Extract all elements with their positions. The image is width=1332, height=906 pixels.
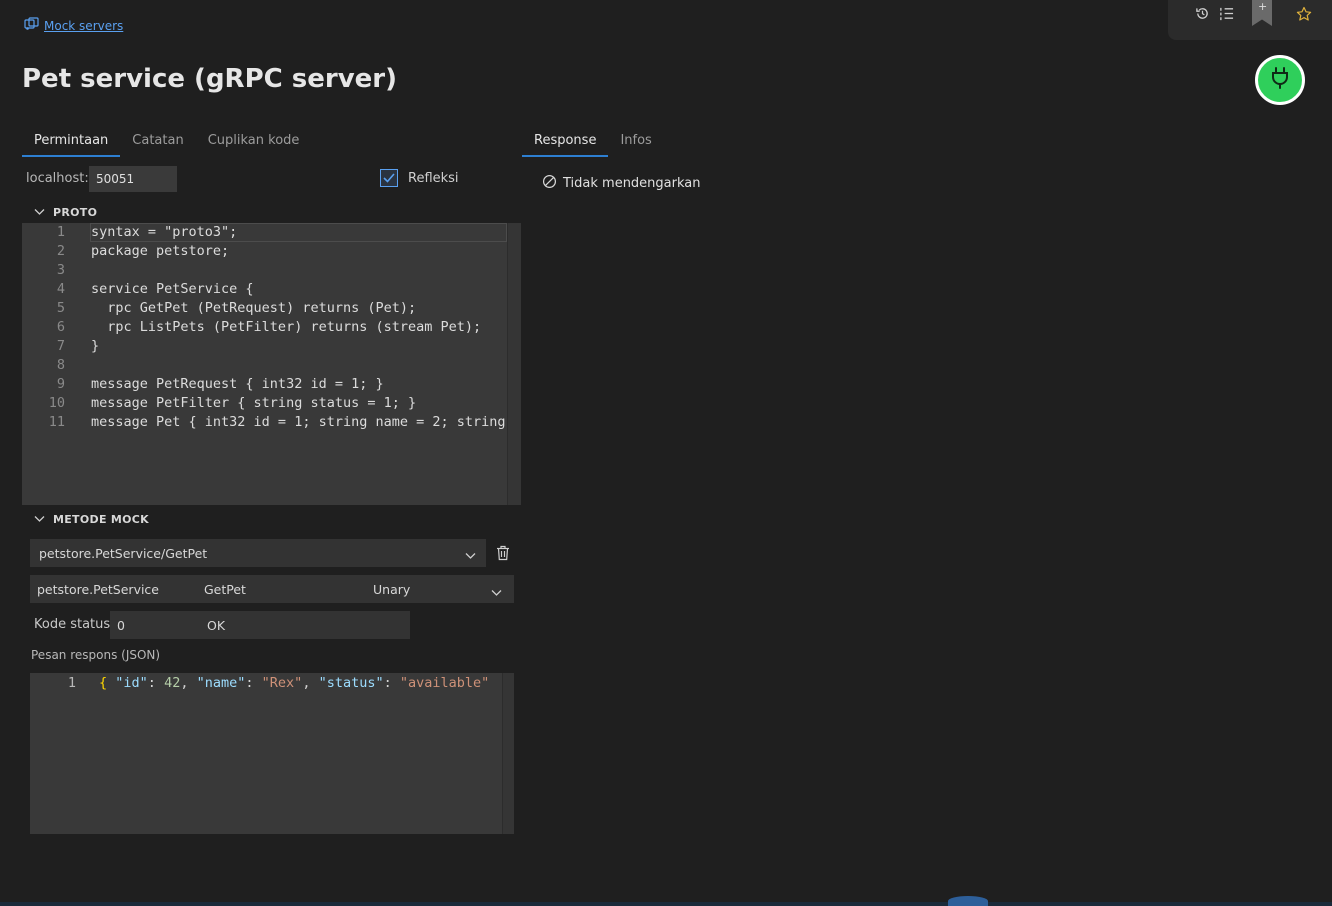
line-number: 9 xyxy=(56,376,65,392)
bottom-handle[interactable] xyxy=(948,896,988,906)
json-string: "available" xyxy=(399,675,490,691)
json-string: "Rex" xyxy=(261,675,303,691)
json-punctuation xyxy=(392,675,400,691)
json-punctuation xyxy=(156,675,164,691)
history-icon[interactable] xyxy=(1193,4,1211,22)
json-punctuation: : xyxy=(147,675,156,691)
code-line: message Pet { int32 id = 1; string name … xyxy=(91,414,506,430)
line-number: 5 xyxy=(56,300,65,316)
proto-editor[interactable]: 1 2 3 4 5 6 7 8 9 10 11 syntax = "proto3"; package … xyxy=(22,223,521,505)
list-icon[interactable] xyxy=(1217,4,1235,22)
mock-method-select-value: petstore.PetService/GetPet xyxy=(39,545,208,561)
line-number: 6 xyxy=(56,319,65,335)
response-json-label: Pesan respons (JSON) xyxy=(31,648,161,662)
not-listening-icon xyxy=(542,174,557,193)
line-number: 2 xyxy=(56,243,65,259)
chevron-down-icon xyxy=(465,548,476,563)
line-number: 3 xyxy=(56,262,65,278)
top-toolbar: + xyxy=(1168,0,1332,40)
page-title: Pet service (gRPC server) xyxy=(22,64,397,94)
json-line-number: 1 xyxy=(67,675,76,691)
tab-catatan[interactable]: Catatan xyxy=(120,127,195,155)
bottom-border xyxy=(0,902,1332,906)
json-punctuation: , xyxy=(302,675,319,691)
line-number: 11 xyxy=(48,414,65,430)
mock-method-section-toggle[interactable]: METODE MOCK xyxy=(34,513,149,526)
reflection-label: Refleksi xyxy=(408,171,459,186)
line-number: 8 xyxy=(56,357,65,373)
start-server-button[interactable] xyxy=(1255,55,1305,105)
response-tabs: Response Infos xyxy=(522,127,664,157)
status-code-value: 0 xyxy=(117,617,125,633)
json-punctuation: : xyxy=(383,675,392,691)
json-key: "id" xyxy=(115,675,148,691)
breadcrumb-mock-servers-link[interactable]: Mock servers xyxy=(44,19,123,33)
star-icon[interactable] xyxy=(1295,5,1313,23)
mock-server-icon xyxy=(24,17,40,35)
status-code-text: OK xyxy=(207,617,226,633)
chevron-down-icon xyxy=(34,206,45,219)
service-name: petstore.PetService xyxy=(37,581,159,597)
proto-code: syntax = "proto3"; package petstore; servi… xyxy=(91,223,507,432)
tab-cuplikan-kode[interactable]: Cuplikan kode xyxy=(196,127,312,155)
editor-scrollbar[interactable] xyxy=(507,223,521,505)
status-code-input[interactable]: 0 OK xyxy=(110,611,410,639)
code-line: message PetRequest { int32 id = 1; } xyxy=(91,376,384,392)
response-json-code: { "id": 42, "name": "Rex", "status": "av… xyxy=(99,674,501,693)
method-name: GetPet xyxy=(204,581,246,597)
tab-infos[interactable]: Infos xyxy=(608,127,663,155)
checkmark-icon xyxy=(383,173,395,183)
line-number: 1 xyxy=(56,224,65,240)
line-number: 4 xyxy=(56,281,65,297)
json-number: 42 xyxy=(164,675,181,691)
code-line: rpc GetPet (PetRequest) returns (Pet); xyxy=(91,300,417,316)
chevron-down-icon xyxy=(491,585,502,600)
json-brace: { xyxy=(99,675,108,691)
mock-method-section-label: METODE MOCK xyxy=(53,513,149,526)
json-punctuation: : xyxy=(245,675,254,691)
tab-permintaan[interactable]: Permintaan xyxy=(22,127,121,157)
bookmark-add-icon[interactable]: + xyxy=(1252,0,1272,26)
port-input[interactable] xyxy=(89,166,177,192)
request-tabs: Permintaan Catatan Cuplikan kode xyxy=(22,127,311,157)
call-type: Unary xyxy=(373,581,411,597)
code-line: rpc ListPets (PetFilter) returns (stream… xyxy=(91,319,482,335)
json-punctuation xyxy=(254,675,262,691)
trash-icon[interactable] xyxy=(496,545,510,565)
method-config-row[interactable]: petstore.PetService GetPet Unary xyxy=(30,575,514,603)
server-status-text: Tidak mendengarkan xyxy=(563,176,701,191)
json-key: "status" xyxy=(318,675,384,691)
proto-section-label: PROTO xyxy=(53,206,98,219)
chevron-down-icon xyxy=(34,513,45,526)
json-editor-scrollbar[interactable] xyxy=(502,673,514,834)
tab-response[interactable]: Response xyxy=(522,127,609,157)
code-line: } xyxy=(91,338,100,354)
mock-method-select[interactable]: petstore.PetService/GetPet xyxy=(30,539,486,567)
code-line: service PetService { xyxy=(91,281,254,297)
response-json-editor[interactable]: 1 { "id": 42, "name": "Rex", "status": "… xyxy=(30,673,514,834)
code-line: syntax = "proto3"; xyxy=(91,224,238,240)
proto-section-toggle[interactable]: PROTO xyxy=(34,206,97,219)
reflection-checkbox[interactable] xyxy=(380,169,398,187)
json-key: "name" xyxy=(196,675,246,691)
server-status: Tidak mendengarkan xyxy=(542,174,701,193)
line-numbers: 1 2 3 4 5 6 7 8 9 10 11 xyxy=(22,223,72,432)
line-number: 7 xyxy=(56,338,65,354)
code-line: package petstore; xyxy=(91,243,230,259)
line-number: 10 xyxy=(48,395,65,411)
plug-icon xyxy=(1269,66,1291,94)
breadcrumb: Mock servers xyxy=(24,17,123,35)
host-label: localhost: xyxy=(26,171,89,186)
status-code-label: Kode status xyxy=(34,617,111,632)
code-line: message PetFilter { string status = 1; } xyxy=(91,395,417,411)
json-punctuation: , xyxy=(180,675,197,691)
